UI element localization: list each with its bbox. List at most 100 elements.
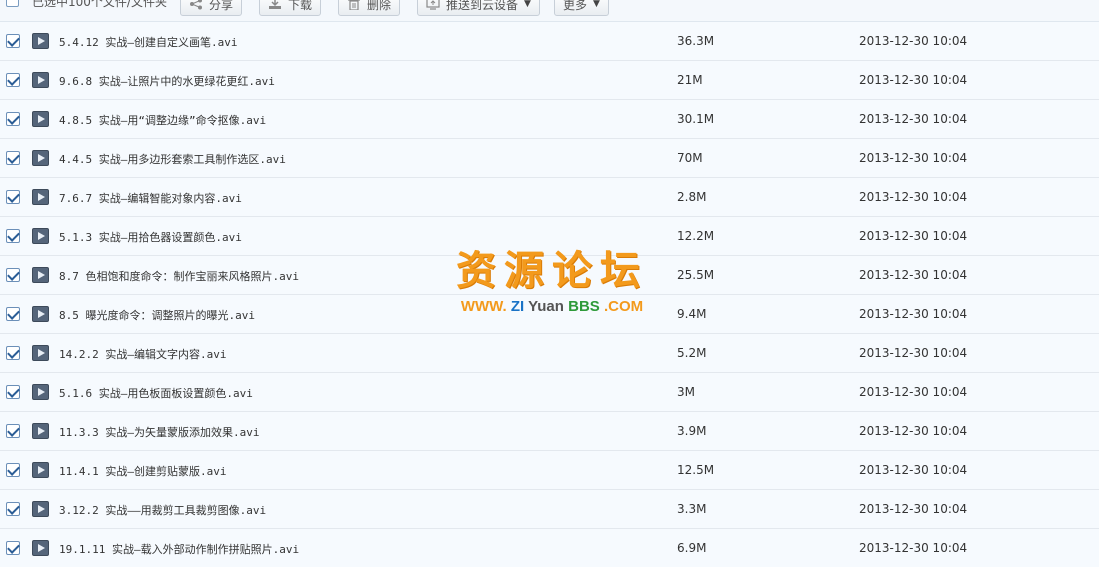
row-checkbox[interactable] bbox=[6, 502, 20, 516]
row-checkbox[interactable] bbox=[6, 541, 20, 555]
file-row[interactable]: 19.1.11 实战—载入外部动作制作拼贴照片.avi 6.9M 2013-12-3… bbox=[0, 529, 1099, 567]
video-file-icon bbox=[32, 228, 49, 244]
row-checkbox[interactable] bbox=[6, 463, 20, 477]
row-checkbox[interactable] bbox=[6, 268, 20, 282]
video-file-icon bbox=[32, 306, 49, 322]
file-size: 70M bbox=[677, 151, 703, 165]
file-modified-time: 2013-12-30 10:04 bbox=[859, 385, 968, 399]
file-row[interactable]: 11.3.3 实战—为矢量蒙版添加效果.avi 3.9M 2013-12-30 10… bbox=[0, 412, 1099, 451]
video-file-icon bbox=[32, 540, 49, 556]
file-name-link[interactable]: 4.4.5 实战—用多边形套索工具制作选区.avi bbox=[59, 151, 286, 167]
file-row[interactable]: 3.12.2 实战——用裁剪工具裁剪图像.avi 3.3M 2013-12-30 1… bbox=[0, 490, 1099, 529]
chevron-down-icon: ▼ bbox=[593, 0, 600, 9]
trash-icon bbox=[347, 0, 361, 11]
push-device-icon bbox=[426, 0, 440, 10]
more-button-label: 更多 bbox=[563, 0, 588, 12]
file-name-link[interactable]: 8.7 色相饱和度命令：制作宝丽来风格照片.avi bbox=[59, 268, 299, 284]
download-button-label: 下载 bbox=[288, 0, 313, 12]
file-modified-time: 2013-12-30 10:04 bbox=[859, 307, 968, 321]
video-file-icon bbox=[32, 423, 49, 439]
row-checkbox[interactable] bbox=[6, 424, 20, 438]
video-file-icon bbox=[32, 267, 49, 283]
file-size: 21M bbox=[677, 73, 703, 87]
file-row[interactable]: 4.4.5 实战—用多边形套索工具制作选区.avi 70M 2013-12-30 1… bbox=[0, 139, 1099, 178]
file-row[interactable]: 14.2.2 实战—编辑文字内容.avi 5.2M 2013-12-30 10:04 bbox=[0, 334, 1099, 373]
file-modified-time: 2013-12-30 10:04 bbox=[859, 112, 968, 126]
video-file-icon bbox=[32, 345, 49, 361]
file-name-link[interactable]: 7.6.7 实战—编辑智能对象内容.avi bbox=[59, 190, 242, 206]
file-modified-time: 2013-12-30 10:04 bbox=[859, 463, 968, 477]
file-size: 3.9M bbox=[677, 424, 707, 438]
share-button[interactable]: 分享 bbox=[180, 0, 243, 16]
video-file-icon bbox=[32, 111, 49, 127]
video-file-icon bbox=[32, 462, 49, 478]
push-to-device-button[interactable]: 推送到云设备 ▼ bbox=[417, 0, 540, 16]
file-row[interactable]: 5.1.3 实战—用拾色器设置颜色.avi 12.2M 2013-12-30 10:… bbox=[0, 217, 1099, 256]
file-row[interactable]: 5.4.12 实战—创建自定义画笔.avi 36.3M 2013-12-30 10:… bbox=[0, 22, 1099, 61]
file-size: 12.5M bbox=[677, 463, 715, 477]
file-name-link[interactable]: 5.1.3 实战—用拾色器设置颜色.avi bbox=[59, 229, 242, 245]
file-name-link[interactable]: 8.5 曝光度命令：调整照片的曝光.avi bbox=[59, 307, 255, 323]
file-size: 36.3M bbox=[677, 34, 715, 48]
row-checkbox[interactable] bbox=[6, 190, 20, 204]
file-modified-time: 2013-12-30 10:04 bbox=[859, 502, 968, 516]
file-name-link[interactable]: 4.8.5 实战—用“调整边缘”命令抠像.avi bbox=[59, 112, 266, 128]
file-name-link[interactable]: 19.1.11 实战—载入外部动作制作拼贴照片.avi bbox=[59, 541, 299, 557]
file-name-link[interactable]: 11.4.1 实战—创建剪贴蒙版.avi bbox=[59, 463, 226, 479]
file-modified-time: 2013-12-30 10:04 bbox=[859, 268, 968, 282]
toolbar: 已选中100个文件/文件夹 分享 下载 删除 推送到云设备 ▼ 更多 ▼ bbox=[0, 0, 1099, 22]
file-row[interactable]: 4.8.5 实战—用“调整边缘”命令抠像.avi 30.1M 2013-12-30 … bbox=[0, 100, 1099, 139]
video-file-icon bbox=[32, 72, 49, 88]
file-modified-time: 2013-12-30 10:04 bbox=[859, 229, 968, 243]
file-name-link[interactable]: 5.1.6 实战—用色板面板设置颜色.avi bbox=[59, 385, 253, 401]
chevron-down-icon: ▼ bbox=[524, 0, 531, 9]
share-icon bbox=[189, 0, 203, 10]
video-file-icon bbox=[32, 501, 49, 517]
file-modified-time: 2013-12-30 10:04 bbox=[859, 541, 968, 555]
row-checkbox[interactable] bbox=[6, 307, 20, 321]
delete-button-label: 删除 bbox=[367, 0, 392, 12]
file-modified-time: 2013-12-30 10:04 bbox=[859, 190, 968, 204]
file-size: 12.2M bbox=[677, 229, 715, 243]
file-row[interactable]: 8.7 色相饱和度命令：制作宝丽来风格照片.avi 25.5M 2013-12-30… bbox=[0, 256, 1099, 295]
file-row[interactable]: 7.6.7 实战—编辑智能对象内容.avi 2.8M 2013-12-30 10:0… bbox=[0, 178, 1099, 217]
select-all-checkbox[interactable] bbox=[6, 0, 19, 7]
file-name-link[interactable]: 11.3.3 实战—为矢量蒙版添加效果.avi bbox=[59, 424, 259, 440]
file-row[interactable]: 11.4.1 实战—创建剪贴蒙版.avi 12.5M 2013-12-30 10:0… bbox=[0, 451, 1099, 490]
file-name-link[interactable]: 5.4.12 实战—创建自定义画笔.avi bbox=[59, 34, 237, 50]
file-modified-time: 2013-12-30 10:04 bbox=[859, 424, 968, 438]
video-file-icon bbox=[32, 189, 49, 205]
file-modified-time: 2013-12-30 10:04 bbox=[859, 151, 968, 165]
download-icon bbox=[268, 0, 282, 10]
row-checkbox[interactable] bbox=[6, 112, 20, 126]
file-size: 2.8M bbox=[677, 190, 707, 204]
file-size: 6.9M bbox=[677, 541, 707, 555]
row-checkbox[interactable] bbox=[6, 151, 20, 165]
share-button-label: 分享 bbox=[209, 0, 234, 12]
file-size: 30.1M bbox=[677, 112, 715, 126]
file-name-link[interactable]: 9.6.8 实战—让照片中的水更绿花更红.avi bbox=[59, 73, 275, 89]
video-file-icon bbox=[32, 150, 49, 166]
file-modified-time: 2013-12-30 10:04 bbox=[859, 34, 968, 48]
video-file-icon bbox=[32, 384, 49, 400]
file-size: 9.4M bbox=[677, 307, 707, 321]
row-checkbox[interactable] bbox=[6, 346, 20, 360]
download-button[interactable]: 下载 bbox=[259, 0, 322, 16]
file-size: 5.2M bbox=[677, 346, 707, 360]
row-checkbox[interactable] bbox=[6, 34, 20, 48]
more-button[interactable]: 更多 ▼ bbox=[554, 0, 609, 16]
row-checkbox[interactable] bbox=[6, 73, 20, 87]
file-size: 3M bbox=[677, 385, 695, 399]
file-row[interactable]: 5.1.6 实战—用色板面板设置颜色.avi 3M 2013-12-30 10:04 bbox=[0, 373, 1099, 412]
video-file-icon bbox=[32, 33, 49, 49]
file-name-link[interactable]: 14.2.2 实战—编辑文字内容.avi bbox=[59, 346, 226, 362]
row-checkbox[interactable] bbox=[6, 229, 20, 243]
file-row[interactable]: 9.6.8 实战—让照片中的水更绿花更红.avi 21M 2013-12-30 10… bbox=[0, 61, 1099, 100]
file-name-link[interactable]: 3.12.2 实战——用裁剪工具裁剪图像.avi bbox=[59, 502, 266, 518]
file-modified-time: 2013-12-30 10:04 bbox=[859, 346, 968, 360]
file-size: 25.5M bbox=[677, 268, 715, 282]
row-checkbox[interactable] bbox=[6, 385, 20, 399]
push-to-device-label: 推送到云设备 bbox=[446, 0, 519, 12]
delete-button[interactable]: 删除 bbox=[338, 0, 401, 16]
file-row[interactable]: 8.5 曝光度命令：调整照片的曝光.avi 9.4M 2013-12-30 10:0… bbox=[0, 295, 1099, 334]
